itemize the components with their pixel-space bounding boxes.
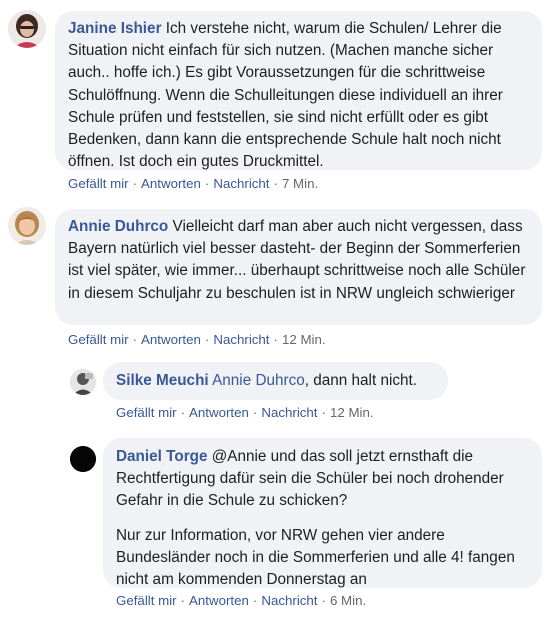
profile-photo-icon bbox=[70, 369, 96, 395]
reply-link[interactable]: Antworten bbox=[141, 176, 201, 191]
comment-paragraph: Daniel Torge @Annie und das soll jetzt e… bbox=[116, 446, 529, 513]
like-link[interactable]: Gefällt mir bbox=[68, 332, 129, 347]
reply-link[interactable]: Antworten bbox=[189, 593, 249, 608]
separator: · bbox=[321, 405, 326, 420]
timestamp[interactable]: 12 Min. bbox=[330, 405, 374, 420]
profile-photo-icon bbox=[8, 10, 46, 48]
comment-paragraph: Nur zur Information, vor NRW gehen vier … bbox=[116, 526, 515, 589]
message-link[interactable]: Nachricht bbox=[213, 176, 269, 191]
like-link[interactable]: Gefällt mir bbox=[116, 593, 177, 608]
separator: · bbox=[273, 176, 278, 191]
separator: · bbox=[204, 332, 210, 347]
comment-author[interactable]: Janine Ishier bbox=[68, 20, 162, 37]
reply-link[interactable]: Antworten bbox=[141, 332, 201, 347]
comment-text: Ich verstehe nicht, warum die Schulen/ L… bbox=[68, 20, 503, 171]
reply-bubble: Silke Meuchi Annie Duhrco, dann halt nic… bbox=[103, 362, 448, 400]
comment-actions: Gefällt mir · Antworten · Nachricht · 12 Min. bbox=[116, 405, 374, 421]
message-link[interactable]: Nachricht bbox=[261, 593, 317, 608]
separator: · bbox=[321, 593, 326, 608]
avatar-daniel-torge[interactable] bbox=[70, 446, 96, 472]
reply-bubble: Daniel Torge @Annie und das soll jetzt e… bbox=[103, 438, 542, 588]
separator: · bbox=[132, 176, 138, 191]
mention-link[interactable]: Annie Duhrco bbox=[212, 372, 305, 389]
separator: · bbox=[252, 405, 258, 420]
comment-bubble: Janine Ishier Ich verstehe nicht, warum … bbox=[55, 11, 542, 170]
comment-bubble: Annie Duhrco Vielleicht darf man aber au… bbox=[55, 209, 542, 325]
separator: · bbox=[132, 332, 138, 347]
comment-text: , dann halt nicht. bbox=[304, 372, 418, 389]
profile-photo-icon bbox=[8, 207, 46, 245]
separator: · bbox=[180, 593, 186, 608]
message-link[interactable]: Nachricht bbox=[213, 332, 269, 347]
comment-author[interactable]: Annie Duhrco bbox=[68, 218, 168, 235]
like-link[interactable]: Gefällt mir bbox=[116, 405, 177, 420]
profile-photo-icon bbox=[70, 446, 96, 472]
comment-actions: Gefällt mir · Antworten · Nachricht · 12 Min. bbox=[68, 332, 326, 348]
timestamp[interactable]: 6 Min. bbox=[330, 593, 366, 608]
separator: · bbox=[252, 593, 258, 608]
avatar-silke-meuchi[interactable] bbox=[70, 369, 96, 395]
message-link[interactable]: Nachricht bbox=[261, 405, 317, 420]
comment-author[interactable]: Silke Meuchi bbox=[116, 372, 209, 389]
reply-link[interactable]: Antworten bbox=[189, 405, 249, 420]
comment-actions: Gefällt mir · Antworten · Nachricht · 6 Min. bbox=[116, 593, 366, 609]
comment-author[interactable]: Daniel Torge bbox=[116, 448, 208, 465]
separator: · bbox=[273, 332, 278, 347]
like-link[interactable]: Gefällt mir bbox=[68, 176, 129, 191]
separator: · bbox=[204, 176, 210, 191]
timestamp[interactable]: 7 Min. bbox=[282, 176, 318, 191]
comment-actions: Gefällt mir · Antworten · Nachricht · 7 Min. bbox=[68, 176, 318, 192]
timestamp[interactable]: 12 Min. bbox=[282, 332, 326, 347]
avatar-annie-duhrco[interactable] bbox=[8, 207, 46, 245]
separator: · bbox=[180, 405, 186, 420]
avatar-janine-ishier[interactable] bbox=[8, 10, 46, 48]
